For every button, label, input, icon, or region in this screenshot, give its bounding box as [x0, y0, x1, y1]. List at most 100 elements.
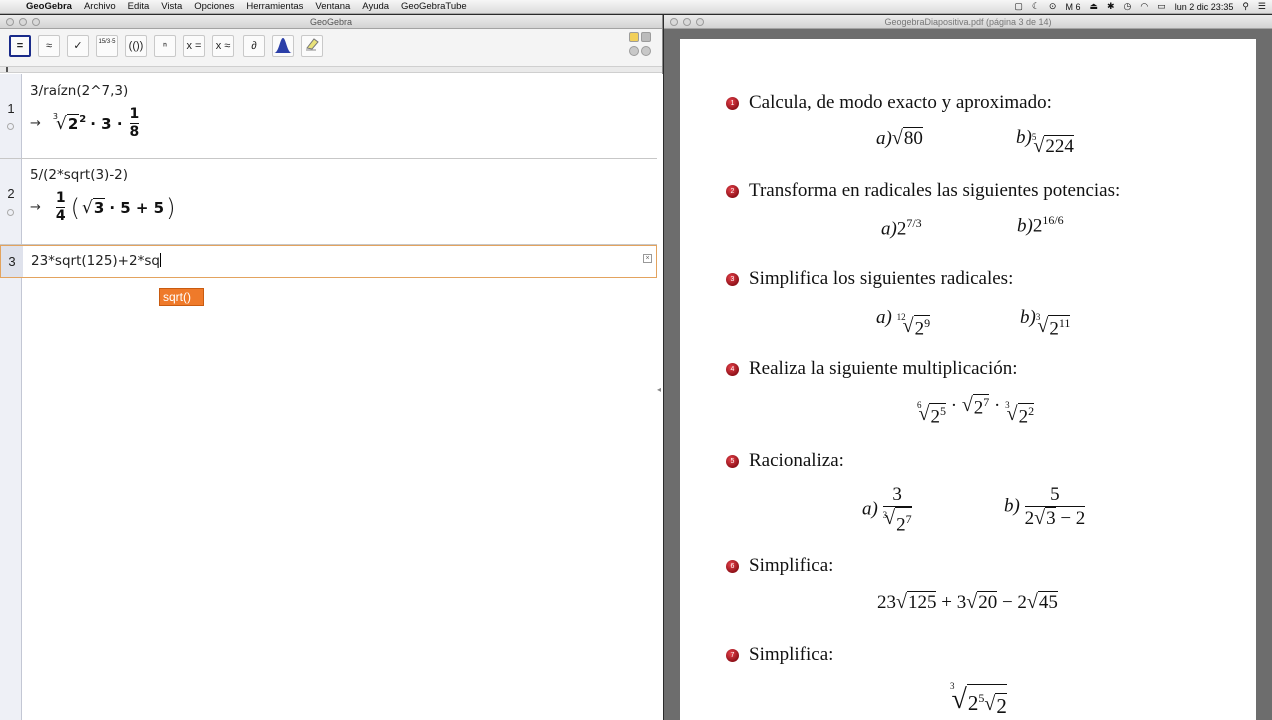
- cas-row-1[interactable]: 1 3/raízn(2^7,3) → 3 √ 2 2 · 3 · 18: [0, 74, 657, 159]
- exercise-6: 6 Simplifica:: [726, 555, 833, 577]
- window-controls: [6, 18, 40, 26]
- ex6-expression: 23 √ 125 + 3 √ 20 − 2 √ 45: [877, 591, 1058, 613]
- menu-herramientas[interactable]: Herramientas: [246, 1, 303, 12]
- clock[interactable]: lun 2 dic 23:35: [1175, 2, 1234, 12]
- folder-icon[interactable]: [629, 32, 639, 42]
- moon-icon[interactable]: ☾: [1032, 1, 1040, 12]
- undo-icon[interactable]: [641, 32, 651, 42]
- close-window-button[interactable]: [670, 18, 678, 26]
- menu-vista[interactable]: Vista: [161, 1, 182, 12]
- airplay-icon[interactable]: ⊙: [1049, 1, 1057, 12]
- menu-geogebratube[interactable]: GeoGebraTube: [401, 1, 467, 12]
- expand-tool[interactable]: (()): [125, 35, 147, 57]
- row-number[interactable]: 2: [0, 186, 22, 201]
- cas-input-1[interactable]: 3/raízn(2^7,3): [30, 83, 128, 99]
- cas-view: 1 3/raízn(2^7,3) → 3 √ 2 2 · 3 · 18 2 5/(2*…: [0, 74, 663, 720]
- number-bullet: 7: [726, 648, 739, 662]
- close-window-button[interactable]: [6, 18, 14, 26]
- number-bullet: 1: [726, 96, 739, 110]
- help-icon[interactable]: [629, 46, 639, 56]
- zoom-window-button[interactable]: [32, 18, 40, 26]
- cas-toolbar: = ≈ ✓ 15/3·5 (()) ⁿ x = x ≈ ∂: [0, 29, 662, 67]
- ex4-expression: 6 √ 25 · √ 27 · 3 √ 22: [917, 394, 1035, 428]
- keep-input-tool[interactable]: ✓: [67, 35, 89, 57]
- ex1-b: b) 5 √ 224: [1016, 127, 1074, 157]
- solve-tool[interactable]: x =: [183, 35, 205, 57]
- fraction: 18: [129, 106, 140, 140]
- cas-input-2[interactable]: 5/(2*sqrt(3)-2): [30, 167, 128, 183]
- window-controls: [670, 18, 704, 26]
- ex7-expression: 3 √ 25 √ 2: [950, 681, 1007, 718]
- ex2-b: b)216/6: [1017, 213, 1064, 237]
- cas-input-3[interactable]: 23*sqrt(125)+2*sq: [31, 253, 161, 269]
- substitute-tool[interactable]: ⁿ: [154, 35, 176, 57]
- geogebra-window-title: GeoGebra: [309, 17, 353, 27]
- ex2-a: a)27/3: [881, 216, 922, 240]
- bell-curve-icon: [274, 38, 292, 53]
- battery-status-icon[interactable]: M 6: [1065, 2, 1080, 12]
- time-machine-icon[interactable]: ◷: [1124, 1, 1132, 12]
- number-bullet: 2: [726, 184, 739, 198]
- square-root: √ 3: [82, 197, 106, 218]
- minimize-window-button[interactable]: [683, 18, 691, 26]
- menu-opciones[interactable]: Opciones: [194, 1, 234, 12]
- pdf-window-title: GeogebraDiapositiva.pdf (página 3 de 14): [884, 17, 1052, 27]
- cube-root: 3 √ 2 2: [52, 111, 87, 134]
- split-divider-handle[interactable]: ◂: [657, 385, 663, 395]
- exercise-7: 7 Simplifica:: [726, 644, 833, 666]
- menu-archivo[interactable]: Archivo: [84, 1, 116, 12]
- spotlight-icon[interactable]: ⚲: [1242, 1, 1249, 12]
- ex5-a: a) 3 3 √ 27: [862, 484, 912, 536]
- wifi-icon[interactable]: ◠: [1140, 1, 1148, 12]
- cas-output-1: → 3 √ 2 2 · 3 · 18: [30, 106, 140, 140]
- cas-row-3[interactable]: 3 23*sqrt(125)+2*sq ×: [0, 245, 657, 278]
- exercise-4: 4 Realiza la siguiente multiplicación:: [726, 358, 1018, 380]
- zoom-window-button[interactable]: [696, 18, 704, 26]
- delete-tool[interactable]: [301, 35, 323, 57]
- menu-edita[interactable]: Edita: [128, 1, 150, 12]
- row-number[interactable]: 1: [0, 101, 22, 116]
- bluetooth-icon[interactable]: ✱: [1107, 1, 1115, 12]
- number-bullet: 5: [726, 454, 739, 468]
- menu-bar: GeoGebra Archivo Edita Vista Opciones He…: [0, 0, 1272, 14]
- visibility-toggle[interactable]: [7, 123, 14, 130]
- notifications-icon[interactable]: ☰: [1258, 1, 1266, 12]
- derivative-tool[interactable]: ∂: [243, 35, 265, 57]
- geogebra-titlebar: GeoGebra: [0, 15, 662, 29]
- ex5-b: b) 5 2 √ 3 − 2: [1004, 484, 1086, 529]
- battery-icon[interactable]: ▭: [1157, 1, 1166, 12]
- eject-icon[interactable]: ⏏: [1089, 1, 1098, 12]
- pdf-page: 1 Calcula, de modo exacto y aproximado: a…: [680, 39, 1256, 720]
- cas-row-2[interactable]: 2 5/(2*sqrt(3)-2) → 14 ( √ 3 · 5 + 5 ): [0, 159, 657, 245]
- toolbar-collapse-strip[interactable]: [0, 67, 662, 73]
- factor-number-tool[interactable]: 15/3·5: [96, 35, 118, 57]
- numeric-tool[interactable]: ≈: [38, 35, 60, 57]
- row-number[interactable]: 3: [1, 246, 23, 277]
- geogebra-window: GeoGebra = ≈ ✓ 15/3·5 (()) ⁿ x = x ≈ ∂ 1…: [0, 15, 663, 720]
- menu-ayuda[interactable]: Ayuda: [362, 1, 389, 12]
- ex1-a: a) √ 80: [876, 127, 923, 149]
- autocomplete-suggestion[interactable]: sqrt(): [159, 288, 204, 306]
- ex3-a: a) 12 √ 29: [876, 307, 931, 340]
- dropbox-icon[interactable]: ▢: [1014, 1, 1023, 12]
- exercise-2: 2 Transforma en radicales las siguientes …: [726, 180, 1120, 202]
- clear-input-icon[interactable]: ×: [643, 254, 652, 263]
- number-bullet: 4: [726, 362, 739, 376]
- minimize-window-button[interactable]: [19, 18, 27, 26]
- exercise-3: 3 Simplifica los siguientes radicales:: [726, 268, 1013, 290]
- eraser-icon: [306, 38, 319, 51]
- settings-icon[interactable]: [641, 46, 651, 56]
- solve-numerically-tool[interactable]: x ≈: [212, 35, 234, 57]
- pdf-titlebar: GeogebraDiapositiva.pdf (página 3 de 14): [664, 15, 1272, 29]
- visibility-toggle[interactable]: [7, 209, 14, 216]
- fraction: 14: [55, 190, 66, 224]
- evaluate-tool[interactable]: =: [9, 35, 31, 57]
- probability-tool[interactable]: [272, 35, 294, 57]
- cas-output-2: → 14 ( √ 3 · 5 + 5 ): [30, 190, 176, 224]
- menu-app-name[interactable]: GeoGebra: [26, 1, 72, 12]
- pdf-window: GeogebraDiapositiva.pdf (página 3 de 14)…: [664, 15, 1272, 720]
- ex3-b: b) 3 √ 211: [1020, 307, 1071, 340]
- menu-ventana[interactable]: Ventana: [315, 1, 350, 12]
- number-bullet: 6: [726, 559, 739, 573]
- exercise-1: 1 Calcula, de modo exacto y aproximado:: [726, 92, 1052, 114]
